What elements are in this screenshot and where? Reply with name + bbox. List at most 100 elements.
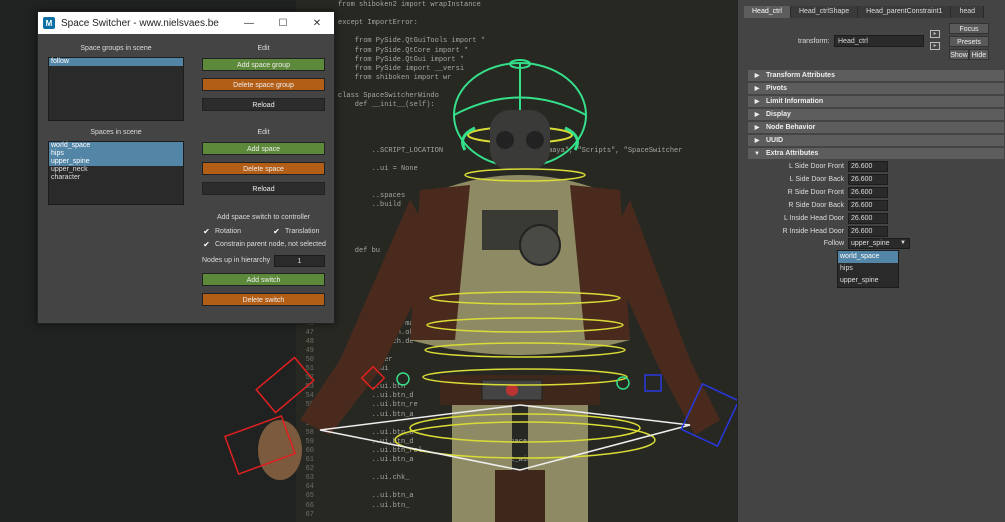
add-space-group-button[interactable]: Add space group [202, 58, 325, 71]
follow-options-popup[interactable]: world_space hips upper_spine [837, 250, 899, 288]
attribute-label: R Side Door Back [788, 202, 844, 209]
section-label: Extra Attributes [766, 150, 819, 157]
follow-option[interactable]: hips [838, 263, 898, 275]
node-tabs: Head_ctrl Head_ctrlShape Head_parentConstr… [744, 6, 985, 18]
attribute-row: R Inside Head Door 26.600 [748, 226, 1004, 237]
check-icon: ✔ [203, 240, 210, 249]
section-label: UUID [766, 137, 784, 144]
section-header[interactable]: ▶ Node Behavior [748, 122, 1004, 133]
reload-groups-button[interactable]: Reload [202, 98, 325, 111]
section-label: Transform Attributes [766, 72, 835, 79]
list-item[interactable]: hips [49, 150, 183, 158]
delete-switch-button[interactable]: Delete switch [202, 293, 325, 306]
attribute-label: R Side Door Front [787, 189, 844, 196]
attribute-value-field[interactable]: 26.600 [848, 187, 888, 198]
attribute-value-field[interactable]: 26.600 [848, 174, 888, 185]
spaces-title: Spaces in scene [90, 129, 142, 136]
triangle-right-icon: ▶ [754, 112, 760, 118]
section-header[interactable]: ▶ Pivots [748, 83, 1004, 94]
node-input-icon[interactable]: ▸ [930, 42, 940, 50]
attribute-row: L Side Door Front 26.600 [748, 161, 1004, 172]
section-label: Limit Information [766, 98, 824, 105]
minimize-button[interactable]: — [232, 12, 266, 34]
constrain-parent-label: Constrain parent node, not selected [215, 241, 326, 248]
node-select-icon[interactable]: ▸ [930, 30, 940, 38]
attribute-label: R Inside Head Door [782, 228, 844, 235]
check-icon: ✔ [273, 227, 280, 236]
constrain-parent-checkbox[interactable]: ✔ Constrain parent node, not selected [202, 240, 326, 249]
section-header[interactable]: ▼ Extra Attributes [748, 148, 1004, 159]
edit-spaces-title: Edit [257, 129, 270, 136]
add-switch-title: Add space switch to controller [217, 214, 310, 221]
list-item[interactable]: upper_neck [49, 166, 183, 174]
chevron-down-icon: ▼ [900, 240, 906, 246]
attribute-value-field[interactable]: 26.600 [848, 161, 888, 172]
attribute-row: R Side Door Front 26.600 [748, 187, 1004, 198]
follow-attribute-row: Follow upper_spine ▼ [748, 238, 1004, 249]
attribute-value-field[interactable]: 26.600 [848, 213, 888, 224]
section-header[interactable]: ▶ Display [748, 109, 1004, 120]
delete-space-button[interactable]: Delete space [202, 162, 325, 175]
triangle-right-icon: ▶ [754, 86, 760, 92]
section-header[interactable]: ▶ Limit Information [748, 96, 1004, 107]
delete-space-group-button[interactable]: Delete space group [202, 78, 325, 91]
attribute-row: L Inside Head Door 26.600 [748, 213, 1004, 224]
list-item[interactable]: world_space [49, 142, 183, 150]
section-header[interactable]: ▶ UUID [748, 135, 1004, 146]
rotation-checkbox[interactable]: ✔ Rotation [202, 227, 241, 236]
tab-node[interactable]: head [951, 6, 985, 18]
translation-checkbox[interactable]: ✔ Translation [272, 227, 319, 236]
attribute-value-field[interactable]: 26.600 [848, 226, 888, 237]
follow-option[interactable]: world_space [838, 251, 898, 263]
follow-dropdown[interactable]: upper_spine ▼ [848, 238, 910, 249]
nodes-up-label: Nodes up in hierarchy [202, 257, 270, 264]
focus-button[interactable]: Focus [949, 23, 989, 34]
reload-spaces-button[interactable]: Reload [202, 182, 325, 195]
attribute-value-field[interactable]: 26.600 [848, 200, 888, 211]
space-groups-list[interactable]: follow [48, 57, 184, 121]
code-text: from shiboken2 import wrapInstance [338, 1, 481, 9]
list-item[interactable]: follow [49, 58, 183, 66]
attribute-label: L Side Door Front [789, 163, 844, 170]
rotation-label: Rotation [215, 228, 242, 235]
follow-value: upper_spine [851, 240, 890, 247]
section-label: Node Behavior [766, 124, 816, 131]
window-title: Space Switcher - www.nielsvaes.be [61, 17, 219, 29]
maya-logo-icon: M [43, 17, 55, 29]
space-switcher-window[interactable]: M Space Switcher - www.nielsvaes.be — ☐ … [37, 11, 335, 324]
list-item[interactable]: character [49, 174, 183, 182]
section-header[interactable]: ▶ Transform Attributes [748, 70, 1004, 81]
attribute-label: L Side Door Back [789, 176, 844, 183]
check-icon: ✔ [203, 227, 210, 236]
triangle-right-icon: ▶ [754, 99, 760, 105]
maximize-button[interactable]: ☐ [266, 12, 300, 34]
tab-node[interactable]: Head_ctrlShape [790, 6, 859, 18]
follow-option[interactable]: upper_spine [838, 275, 898, 287]
close-button[interactable]: ✕ [300, 12, 334, 34]
translation-label: Translation [285, 228, 320, 235]
transform-label: transform: [798, 38, 830, 45]
section-label: Display [766, 111, 791, 118]
spaces-list[interactable]: world_space hips upper_spine upper_neck char… [48, 141, 184, 205]
space-switcher-titlebar[interactable]: M Space Switcher - www.nielsvaes.be — ☐ … [38, 12, 334, 34]
nodes-up-text: Nodes up in hierarchy [202, 257, 271, 264]
triangle-right-icon: ▶ [754, 73, 760, 79]
space-groups-title: Space groups in scene [80, 45, 152, 52]
tab-node[interactable]: Head_parentConstraint1 [858, 6, 952, 18]
transform-name-field[interactable]: Head_ctrl [834, 35, 924, 47]
tab-node[interactable]: Head_ctrl [744, 6, 791, 18]
list-item[interactable]: upper_spine [49, 158, 183, 166]
triangle-right-icon: ▶ [754, 125, 760, 131]
code-text: except ImportError: [338, 19, 418, 28]
hide-button[interactable]: Hide [969, 49, 989, 60]
show-button[interactable]: Show [949, 49, 969, 60]
add-space-button[interactable]: Add space [202, 142, 325, 155]
add-switch-button[interactable]: Add switch [202, 273, 325, 286]
attribute-label: L Inside Head Door [783, 215, 844, 222]
edit-groups-title: Edit [257, 45, 270, 52]
follow-label: Follow [823, 240, 844, 247]
nodes-up-spinbox[interactable]: 1 [274, 255, 325, 267]
triangle-right-icon: ▶ [754, 138, 760, 144]
presets-button[interactable]: Presets [949, 36, 989, 47]
attribute-row: R Side Door Back 26.600 [748, 200, 1004, 211]
